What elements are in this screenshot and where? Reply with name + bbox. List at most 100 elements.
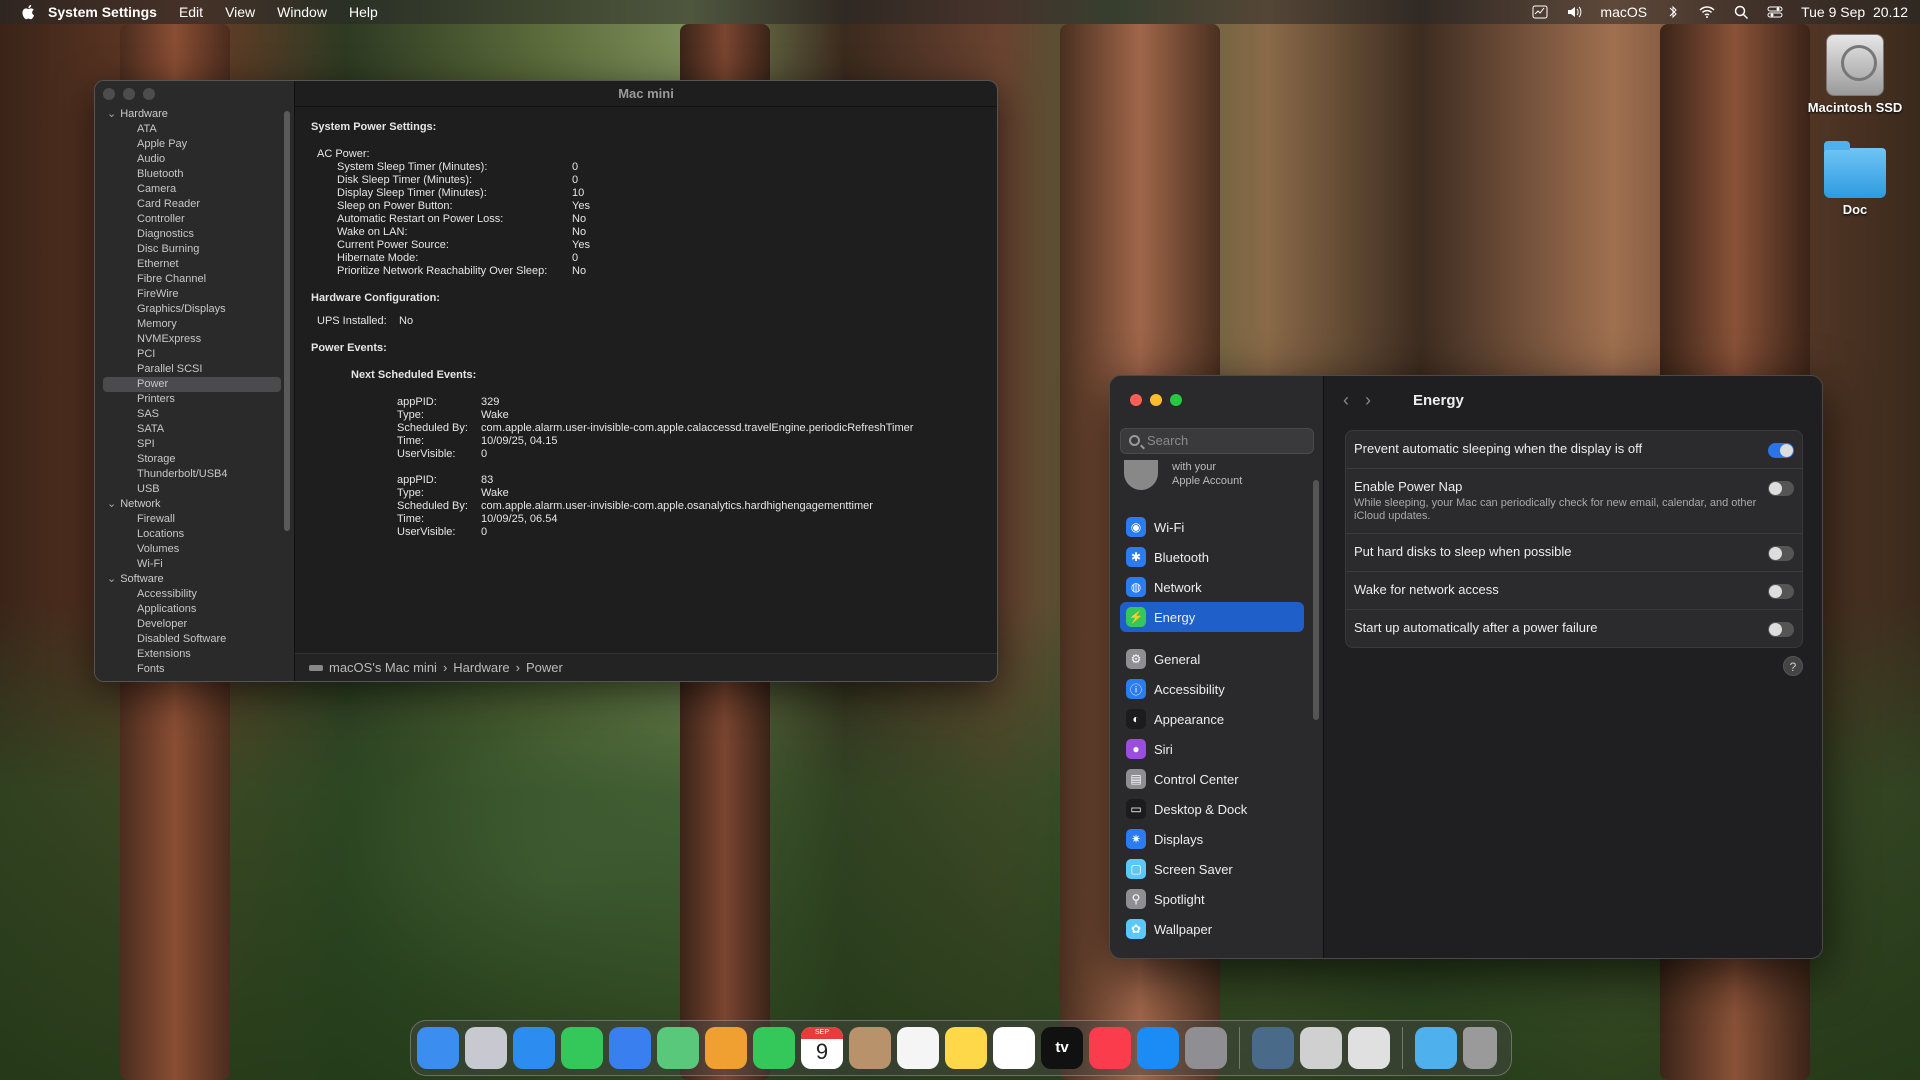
tree-item[interactable]: Extensions [103, 647, 281, 662]
tree-item[interactable]: Diagnostics [103, 227, 281, 242]
tree-item[interactable]: NVMExpress [103, 332, 281, 347]
tree-item[interactable]: Graphics/Displays [103, 302, 281, 317]
help-button[interactable]: ? [1783, 656, 1803, 676]
option-toggle[interactable] [1768, 481, 1794, 496]
sidebar-item-siri[interactable]: ● Siri [1120, 734, 1304, 764]
tree-item[interactable]: Wi-Fi [103, 557, 281, 572]
tree-group-hardware[interactable]: Hardware [103, 107, 281, 122]
trash-icon[interactable] [1463, 1027, 1497, 1069]
forward-button[interactable]: › [1365, 390, 1371, 411]
tree-item[interactable]: SPI [103, 437, 281, 452]
menu-window[interactable]: Window [277, 4, 327, 20]
bluetooth-icon[interactable] [1665, 4, 1681, 20]
volume-icon[interactable] [1566, 4, 1582, 20]
sidebar-scrollbar[interactable] [284, 111, 290, 531]
breadcrumb-item[interactable]: Power [526, 660, 563, 675]
zoom-button[interactable] [143, 88, 155, 100]
menu-help[interactable]: Help [349, 4, 378, 20]
wifi-icon[interactable] [1699, 4, 1715, 20]
sidebar-item-bluetooth[interactable]: ✱ Bluetooth [1120, 542, 1304, 572]
tree-item[interactable]: Audio [103, 152, 281, 167]
sidebar-item-appearance[interactable]: ◐ Appearance [1120, 704, 1304, 734]
tree-item[interactable]: Accessibility [103, 587, 281, 602]
menu-clock[interactable]: Tue 9 Sep 20.12 [1801, 4, 1908, 20]
apple-menu-icon[interactable] [20, 3, 38, 21]
breadcrumb-item[interactable]: Hardware [453, 660, 509, 675]
appletv-icon[interactable]: tv [1041, 1027, 1083, 1069]
script-editor-icon[interactable] [1300, 1027, 1342, 1069]
tree-item[interactable]: Card Reader [103, 197, 281, 212]
sidebar-item-screen-saver[interactable]: ▢ Screen Saver [1120, 854, 1304, 884]
tree-item[interactable]: Fibre Channel [103, 272, 281, 287]
close-button[interactable] [1130, 394, 1142, 406]
tree-item[interactable]: Ethernet [103, 257, 281, 272]
tree-item[interactable]: Storage [103, 452, 281, 467]
menu-app-name[interactable]: System Settings [48, 4, 157, 20]
tree-item[interactable]: FireWire [103, 287, 281, 302]
desktop-icon-doc[interactable]: Doc [1800, 141, 1910, 217]
system-information-icon[interactable] [1252, 1027, 1294, 1069]
tree-item[interactable]: Fonts [103, 662, 281, 677]
sidebar-item-network[interactable]: ◍ Network [1120, 572, 1304, 602]
tree-item[interactable]: Disabled Software [103, 632, 281, 647]
tree-item[interactable]: Disc Burning [103, 242, 281, 257]
desktop-icon-macintosh-ssd[interactable]: Macintosh SSD [1800, 34, 1910, 115]
tree-item[interactable]: USB [103, 482, 281, 497]
tree-item[interactable]: SATA [103, 422, 281, 437]
music-icon[interactable] [1089, 1027, 1131, 1069]
freeform-icon[interactable] [993, 1027, 1035, 1069]
tree-item[interactable]: Power [103, 377, 281, 392]
option-toggle[interactable] [1768, 584, 1794, 599]
control-center-icon[interactable] [1767, 4, 1783, 20]
back-button[interactable]: ‹ [1343, 390, 1349, 411]
tree-item[interactable]: Locations [103, 527, 281, 542]
launchpad-icon[interactable] [465, 1027, 507, 1069]
minimize-button[interactable] [123, 88, 135, 100]
contacts-icon[interactable] [849, 1027, 891, 1069]
zoom-button[interactable] [1170, 394, 1182, 406]
maps-icon[interactable] [657, 1027, 699, 1069]
breadcrumb-item[interactable]: macOS's Mac mini [329, 660, 437, 675]
close-button[interactable] [103, 88, 115, 100]
option-toggle[interactable] [1768, 443, 1794, 458]
sidebar-item-wallpaper[interactable]: ✿ Wallpaper [1120, 914, 1304, 944]
photos-icon[interactable] [705, 1027, 747, 1069]
menu-edit[interactable]: Edit [179, 4, 203, 20]
tree-item[interactable]: Thunderbolt/USB4 [103, 467, 281, 482]
tree-group-network[interactable]: Network [103, 497, 281, 512]
option-toggle[interactable] [1768, 622, 1794, 637]
safari-icon[interactable] [513, 1027, 555, 1069]
mail-icon[interactable] [609, 1027, 651, 1069]
reminders-icon[interactable] [897, 1027, 939, 1069]
preview-icon[interactable] [1348, 1027, 1390, 1069]
tree-item[interactable]: Memory [103, 317, 281, 332]
activity-monitor-icon[interactable] [1532, 4, 1548, 20]
tree-item[interactable]: Developer [103, 617, 281, 632]
option-toggle[interactable] [1768, 546, 1794, 561]
tree-item[interactable]: Controller [103, 212, 281, 227]
downloads-folder-icon[interactable] [1415, 1027, 1457, 1069]
sidebar-item-wi-fi[interactable]: ◉ Wi-Fi [1120, 512, 1304, 542]
menu-user-label[interactable]: macOS [1600, 4, 1647, 20]
sidebar-item-general[interactable]: ⚙ General [1120, 644, 1304, 674]
tree-item[interactable]: Volumes [103, 542, 281, 557]
tree-item[interactable]: Parallel SCSI [103, 362, 281, 377]
tree-item[interactable]: Firewall [103, 512, 281, 527]
sidebar-item-accessibility[interactable]: ⓘ Accessibility [1120, 674, 1304, 704]
tree-item[interactable]: Bluetooth [103, 167, 281, 182]
sidebar-item-displays[interactable]: ✷ Displays [1120, 824, 1304, 854]
calendar-icon[interactable]: SEP 9 [801, 1027, 843, 1069]
facetime-icon[interactable] [753, 1027, 795, 1069]
tree-item[interactable]: ATA [103, 122, 281, 137]
apple-account-item[interactable]: with your Apple Account [1124, 460, 1242, 490]
tree-item[interactable]: Camera [103, 182, 281, 197]
spotlight-icon[interactable] [1733, 4, 1749, 20]
sidebar-item-energy[interactable]: ⚡ Energy [1120, 602, 1304, 632]
sidebar-scrollbar[interactable] [1313, 480, 1319, 720]
sidebar-item-spotlight[interactable]: ⚲ Spotlight [1120, 884, 1304, 914]
sidebar-item-desktop-dock[interactable]: ▭ Desktop & Dock [1120, 794, 1304, 824]
tree-item[interactable]: Apple Pay [103, 137, 281, 152]
search-input[interactable]: Search [1120, 428, 1314, 454]
notes-icon[interactable] [945, 1027, 987, 1069]
tree-item[interactable]: Applications [103, 602, 281, 617]
